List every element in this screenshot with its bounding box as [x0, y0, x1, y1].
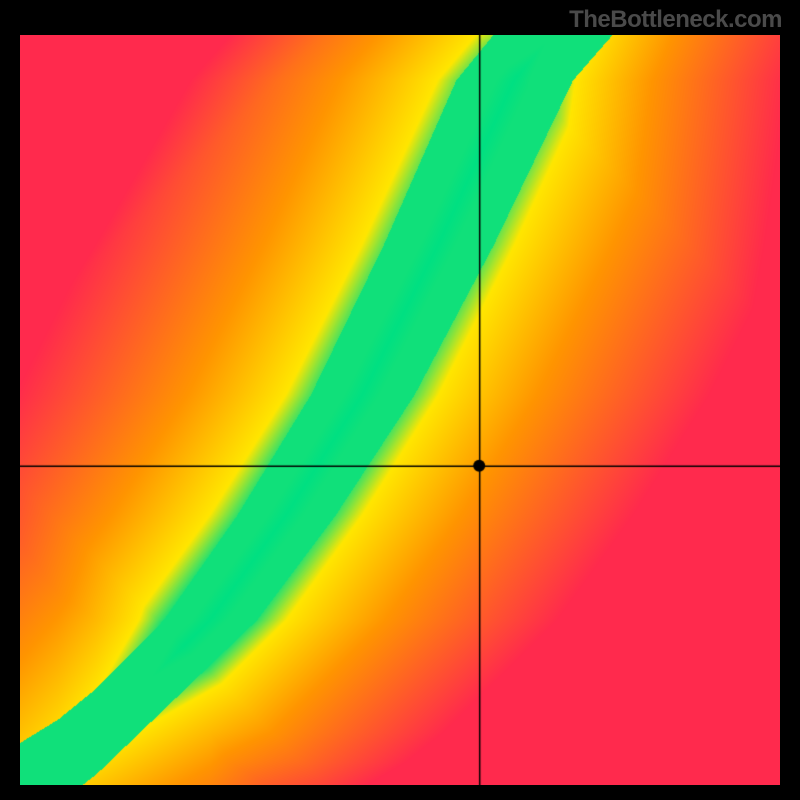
- attribution-label: TheBottleneck.com: [569, 6, 782, 34]
- heatmap-canvas: [20, 35, 780, 785]
- bottleneck-heatmap: [20, 35, 780, 785]
